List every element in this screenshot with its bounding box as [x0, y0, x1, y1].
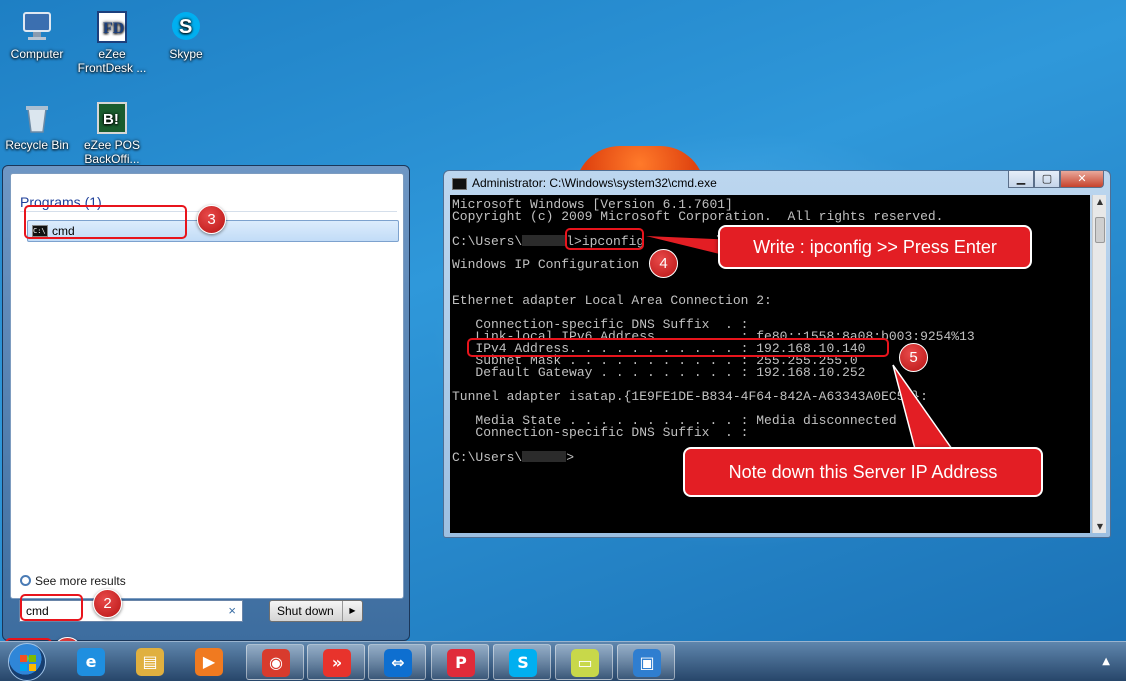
step-2-marker: 2	[93, 589, 122, 618]
callout-note-ip: Note down this Server IP Address	[683, 447, 1043, 497]
show-hidden-icons-arrow-icon[interactable]: ▲	[1102, 656, 1110, 667]
highlight-cmd-result	[24, 205, 187, 239]
taskbar-internet-explorer[interactable]: e	[62, 644, 120, 680]
taskbar-screen-recorder[interactable]: P	[431, 644, 489, 680]
internet-explorer-icon: e	[77, 648, 105, 676]
taskbar-skype[interactable]: S	[493, 644, 551, 680]
taskbar-media-player[interactable]: ▶	[180, 644, 238, 680]
taskbar-sticky-notes[interactable]: ▭	[555, 644, 613, 680]
taskbar-remote-desktop[interactable]: ▣	[617, 644, 675, 680]
file-explorer-icon: ▤	[136, 648, 164, 676]
step-4-marker: 4	[649, 249, 678, 278]
callout-write-ipconfig: Write : ipconfig >> Press Enter	[718, 225, 1032, 269]
callout-pointer-note	[892, 364, 954, 450]
media-player-icon: ▶	[195, 648, 223, 676]
step-5-marker: 5	[899, 343, 928, 372]
windows-logo-icon	[20, 655, 36, 671]
highlight-ipv4-address	[467, 338, 889, 357]
chrome-icon: ◉	[262, 649, 290, 677]
teamviewer-icon: ⇔	[384, 649, 412, 677]
taskbar-chrome[interactable]: ◉	[246, 644, 304, 680]
taskbar-teamviewer[interactable]: ⇔	[368, 644, 426, 680]
highlight-search-input	[20, 594, 83, 621]
highlight-ipconfig-command	[565, 228, 644, 250]
remote-desktop-icon: ▣	[633, 649, 661, 677]
step-3-marker: 3	[197, 205, 226, 234]
sticky-notes-icon: ▭	[571, 649, 599, 677]
anydesk-icon: »	[323, 649, 351, 677]
taskbar-file-explorer[interactable]: ▤	[121, 644, 179, 680]
taskbar: e ▤ ▶ ◉ » ⇔ P S ▭ ▣ ▲	[0, 641, 1126, 681]
screen-recorder-icon: P	[447, 649, 475, 677]
taskbar-anydesk[interactable]: »	[307, 644, 365, 680]
skype-icon: S	[509, 649, 537, 677]
start-button[interactable]	[8, 643, 46, 681]
